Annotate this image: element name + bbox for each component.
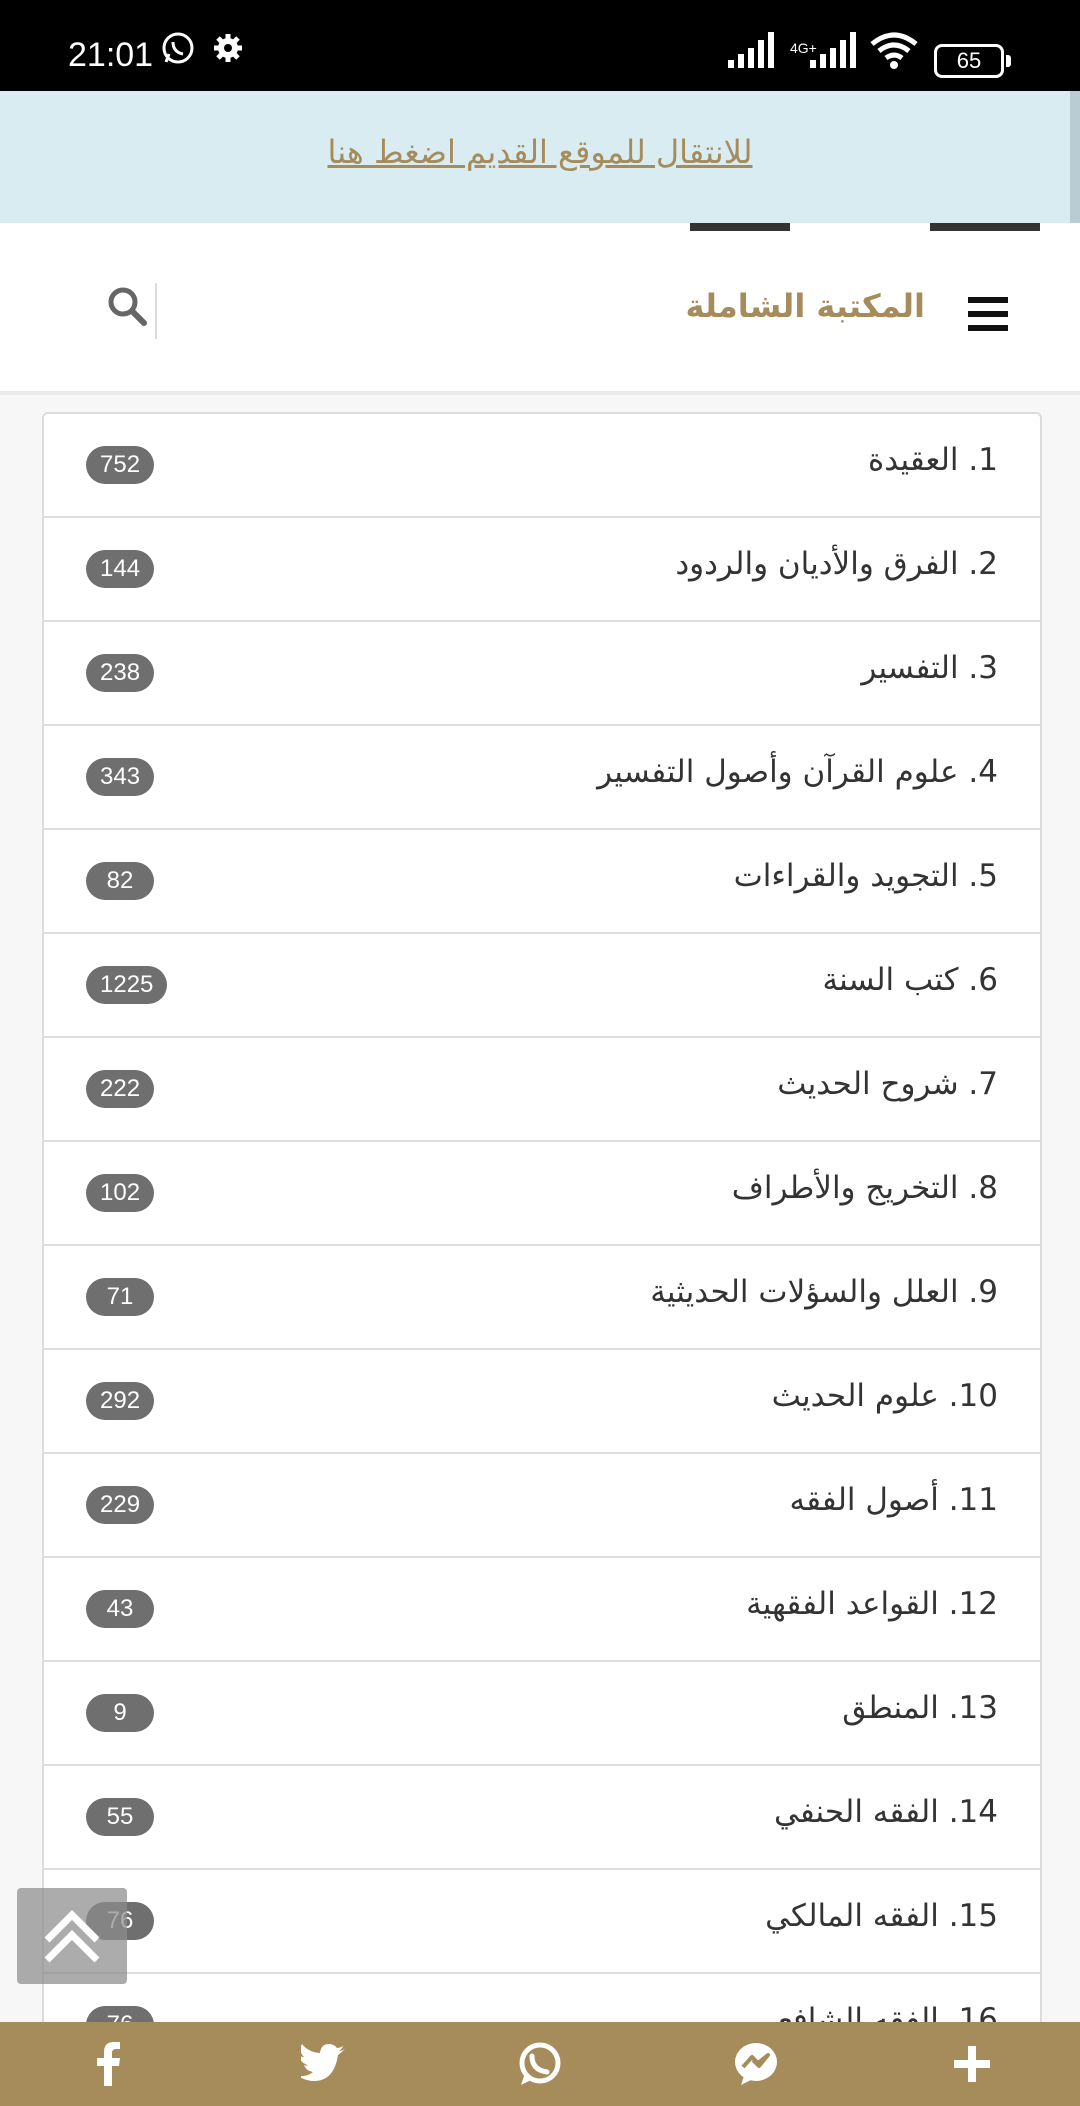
site-header: المكتبة الشاملة bbox=[0, 231, 1080, 395]
count-badge: 1225 bbox=[86, 966, 168, 1004]
count-badge: 9 bbox=[86, 1694, 154, 1732]
old-site-banner: للانتقال للموقع القديم اضغط هنا bbox=[0, 91, 1080, 225]
messenger-icon bbox=[735, 2043, 777, 2085]
category-row[interactable]: 11. أصول الفقه 229 bbox=[44, 1454, 1040, 1558]
search-icon[interactable] bbox=[106, 285, 148, 331]
category-label[interactable]: 12. القواعد الفقهية bbox=[746, 1586, 998, 1622]
banner-edge bbox=[1070, 91, 1080, 223]
twitter-share-button[interactable] bbox=[216, 2022, 432, 2106]
category-row[interactable]: 8. التخريج والأطراف 102 bbox=[44, 1142, 1040, 1246]
signal-icon-2 bbox=[810, 30, 860, 74]
status-bar: 21:01 4G+ 65 bbox=[0, 0, 1080, 91]
battery-icon: 65 bbox=[934, 44, 1011, 78]
category-label[interactable]: 8. التخريج والأطراف bbox=[732, 1170, 998, 1206]
category-label[interactable]: 2. الفرق والأديان والردود bbox=[675, 546, 998, 582]
category-label[interactable]: 5. التجويد والقراءات bbox=[734, 858, 998, 894]
plus-icon bbox=[954, 2046, 990, 2082]
count-badge: 55 bbox=[86, 1798, 154, 1836]
whatsapp-icon bbox=[519, 2042, 561, 2085]
signal-icon bbox=[728, 30, 778, 74]
category-row[interactable]: 7. شروح الحديث 222 bbox=[44, 1038, 1040, 1142]
header-divider bbox=[155, 283, 157, 339]
scroll-to-top-button[interactable] bbox=[17, 1888, 127, 1984]
category-label[interactable]: 1. العقيدة bbox=[868, 442, 998, 478]
count-badge: 229 bbox=[86, 1486, 155, 1524]
menu-icon[interactable] bbox=[968, 297, 1008, 331]
category-label[interactable]: 3. التفسير bbox=[861, 650, 998, 686]
category-row[interactable]: 1. العقيدة 752 bbox=[44, 414, 1040, 518]
whatsapp-share-button[interactable] bbox=[432, 2022, 648, 2106]
scrolled-title-peek bbox=[0, 223, 1080, 231]
double-chevron-up-icon bbox=[44, 1910, 100, 1963]
twitter-icon bbox=[301, 2044, 345, 2081]
category-label[interactable]: 9. العلل والسؤلات الحديثية bbox=[650, 1274, 998, 1310]
category-row[interactable]: 3. التفسير 238 bbox=[44, 622, 1040, 726]
whatsapp-notification-icon bbox=[160, 30, 196, 70]
old-site-link[interactable]: للانتقال للموقع القديم اضغط هنا bbox=[0, 133, 1080, 171]
category-row[interactable]: 4. علوم القرآن وأصول التفسير 343 bbox=[44, 726, 1040, 830]
category-row[interactable]: 5. التجويد والقراءات 82 bbox=[44, 830, 1040, 934]
category-row[interactable]: 9. العلل والسؤلات الحديثية 71 bbox=[44, 1246, 1040, 1350]
count-badge: 102 bbox=[86, 1174, 155, 1212]
facebook-share-button[interactable] bbox=[0, 2022, 216, 2106]
category-row[interactable]: 13. المنطق 9 bbox=[44, 1662, 1040, 1766]
count-badge: 238 bbox=[86, 654, 155, 692]
category-row[interactable]: 6. كتب السنة 1225 bbox=[44, 934, 1040, 1038]
category-row[interactable]: 12. القواعد الفقهية 43 bbox=[44, 1558, 1040, 1662]
count-badge: 144 bbox=[86, 550, 155, 588]
share-bar bbox=[0, 2022, 1080, 2106]
category-row[interactable]: 14. الفقه الحنفي 55 bbox=[44, 1766, 1040, 1870]
category-label[interactable]: 6. كتب السنة bbox=[822, 962, 998, 998]
more-share-button[interactable] bbox=[864, 2022, 1080, 2106]
category-label[interactable]: 13. المنطق bbox=[842, 1690, 998, 1726]
settings-notification-icon bbox=[210, 30, 246, 70]
count-badge: 292 bbox=[86, 1382, 155, 1420]
count-badge: 43 bbox=[86, 1590, 154, 1628]
count-badge: 343 bbox=[86, 758, 155, 796]
messenger-share-button[interactable] bbox=[648, 2022, 864, 2106]
facebook-icon bbox=[97, 2042, 120, 2086]
category-row[interactable]: 10. علوم الحديث 292 bbox=[44, 1350, 1040, 1454]
category-list: 1. العقيدة 752 2. الفرق والأديان والردود… bbox=[42, 412, 1042, 2080]
category-label[interactable]: 11. أصول الفقه bbox=[789, 1482, 998, 1518]
category-label[interactable]: 15. الفقه المالكي bbox=[765, 1898, 998, 1934]
wifi-icon bbox=[868, 30, 920, 74]
count-badge: 752 bbox=[86, 446, 155, 484]
status-time: 21:01 bbox=[68, 36, 154, 74]
site-title[interactable]: المكتبة الشاملة bbox=[685, 287, 925, 325]
category-row[interactable]: 15. الفقه المالكي 76 bbox=[44, 1870, 1040, 1974]
count-badge: 82 bbox=[86, 862, 154, 900]
category-label[interactable]: 14. الفقه الحنفي bbox=[774, 1794, 998, 1830]
count-badge: 71 bbox=[86, 1278, 154, 1316]
category-label[interactable]: 7. شروح الحديث bbox=[777, 1066, 998, 1102]
category-label[interactable]: 10. علوم الحديث bbox=[772, 1378, 998, 1414]
category-row[interactable]: 2. الفرق والأديان والردود 144 bbox=[44, 518, 1040, 622]
count-badge: 222 bbox=[86, 1070, 155, 1108]
category-label[interactable]: 4. علوم القرآن وأصول التفسير bbox=[597, 754, 998, 790]
